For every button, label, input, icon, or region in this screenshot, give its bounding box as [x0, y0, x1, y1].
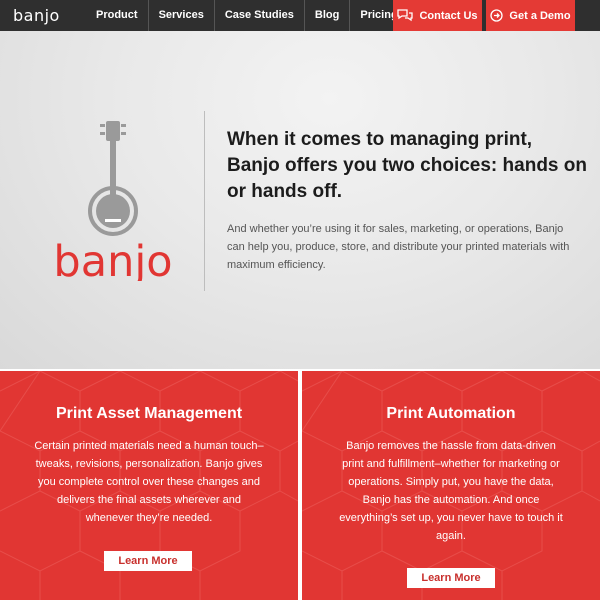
site-logo[interactable]: banjo	[13, 6, 60, 25]
hero-divider	[204, 111, 205, 291]
chat-bubbles-icon	[397, 9, 414, 22]
panel-description: Banjo removes the hassle from data-drive…	[339, 440, 563, 542]
get-a-demo-label: Get a Demo	[509, 9, 571, 22]
top-nav: banjo Product Services Case Studies Blog…	[0, 0, 600, 31]
hero-subtitle: And whether you’re using it for sales, m…	[227, 223, 570, 271]
banjo-instrument-logo: banjo	[53, 121, 173, 281]
arrow-circle-icon	[490, 9, 504, 22]
learn-more-button[interactable]: Learn More	[104, 551, 192, 571]
learn-more-button[interactable]: Learn More	[407, 568, 495, 588]
get-a-demo-button[interactable]: Get a Demo	[486, 0, 575, 31]
nav-link-case-studies[interactable]: Case Studies	[213, 0, 304, 31]
nav-link-product[interactable]: Product	[86, 0, 148, 31]
hero-title: When it comes to managing print, Banjo o…	[227, 129, 587, 202]
contact-us-button[interactable]: Contact Us	[393, 0, 482, 31]
nav-link-services[interactable]: Services	[147, 0, 214, 31]
panel-description: Certain printed materials need a human t…	[34, 440, 264, 524]
hero-section: banjo When it comes to managing print, B…	[0, 31, 600, 369]
panel-title: Print Automation	[386, 405, 516, 422]
panel-title: Print Asset Management	[55, 405, 243, 422]
hero-logo-word: banjo	[53, 237, 172, 281]
nav-links: Product Services Case Studies Blog Prici…	[86, 0, 408, 31]
contact-us-label: Contact Us	[419, 9, 478, 22]
nav-link-blog[interactable]: Blog	[303, 0, 349, 31]
panel-print-automation: Print Automation Banjo removes the hassl…	[302, 371, 600, 600]
panel-print-asset-management: Print Asset Management Certain printed m…	[0, 371, 298, 600]
